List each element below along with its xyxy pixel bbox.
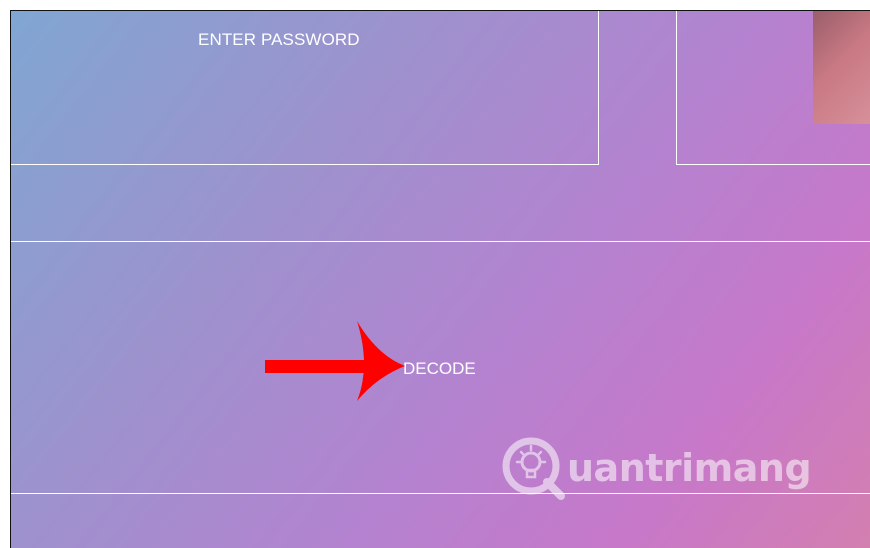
watermark-text: uantrimang bbox=[567, 446, 812, 490]
red-arrow-annotation-icon bbox=[265, 321, 405, 401]
app-window: ENTER PASSWORD DECODE uantrimang bbox=[10, 10, 870, 548]
decode-label: DECODE bbox=[403, 359, 476, 378]
password-panel[interactable]: ENTER PASSWORD bbox=[11, 11, 599, 165]
section-divider-top bbox=[11, 241, 870, 242]
image-thumbnail bbox=[813, 11, 870, 124]
password-label: ENTER PASSWORD bbox=[198, 30, 360, 49]
watermark: uantrimang bbox=[501, 436, 812, 500]
lightbulb-q-icon bbox=[502, 437, 565, 500]
